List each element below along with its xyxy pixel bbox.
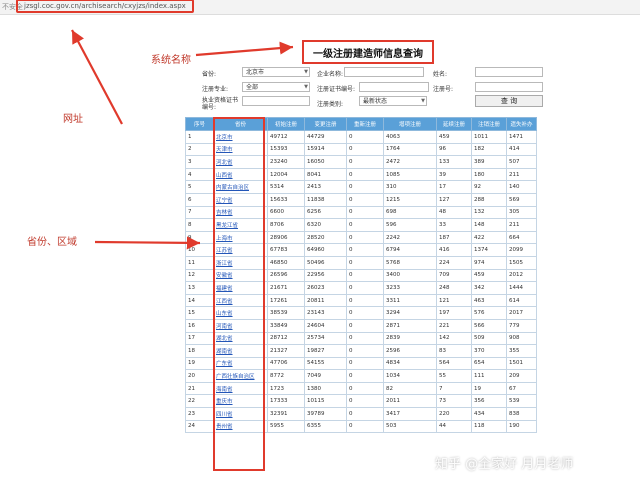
arrow-to-title	[195, 41, 294, 57]
arrow-to-province-column	[94, 236, 201, 250]
annotation-arrows	[71, 29, 294, 250]
arrow-to-url	[71, 29, 123, 125]
watermark-text: 知乎 @全家好 月月老师	[435, 457, 574, 472]
